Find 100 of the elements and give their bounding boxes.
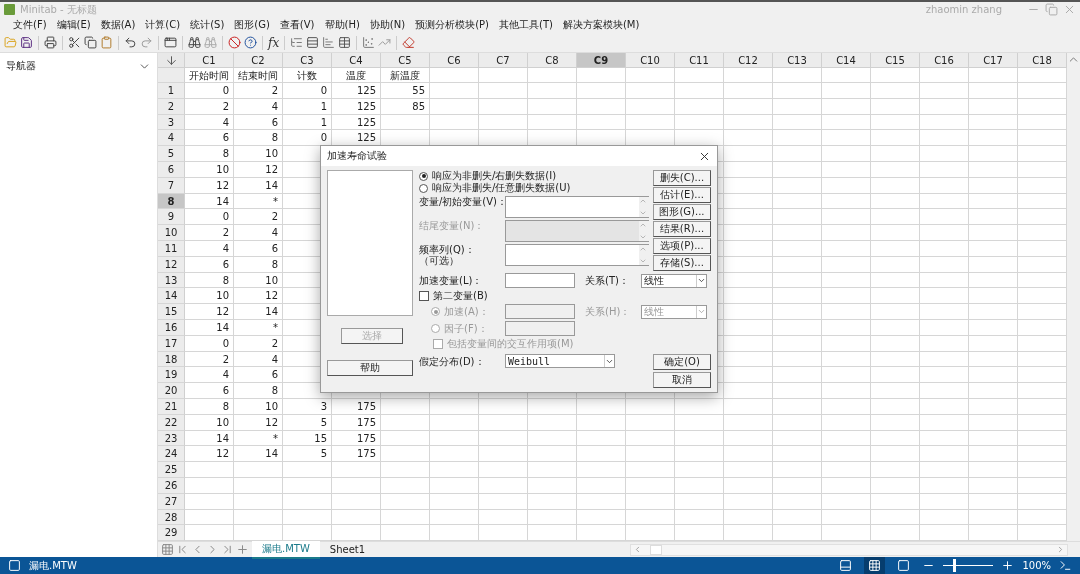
column-header[interactable]: C7	[479, 53, 528, 68]
spin-down-icon[interactable]	[639, 233, 647, 241]
paste-icon[interactable]	[100, 36, 113, 49]
row-header[interactable]: 4	[158, 130, 185, 147]
menu-item[interactable]: 图形(G)	[229, 18, 275, 32]
menu-item[interactable]: 文件(F)	[8, 18, 52, 32]
scatter-icon[interactable]	[362, 36, 376, 49]
input-field[interactable]	[505, 304, 575, 319]
column-header[interactable]: C3	[283, 53, 332, 68]
checkbox-option[interactable]: 第二变量(B)	[419, 290, 711, 302]
column-header[interactable]: C10	[626, 53, 675, 68]
column-header[interactable]: C6	[430, 53, 479, 68]
spin-up-icon[interactable]	[639, 221, 647, 229]
menu-item[interactable]: 预测分析模块(P)	[410, 18, 494, 32]
menu-item[interactable]: 数据(A)	[95, 18, 141, 32]
arrow-icon[interactable]	[164, 53, 178, 67]
radio-option[interactable]: 响应为非删失/任意删失数据(U)	[419, 182, 649, 194]
row-header[interactable]: 29	[158, 525, 185, 542]
scroll-left-icon[interactable]	[633, 545, 642, 555]
dialog-button[interactable]: 删失(C)...	[653, 170, 711, 186]
stop-icon[interactable]	[228, 36, 241, 49]
column-header[interactable]: C8	[528, 53, 577, 68]
relation-select[interactable]: 线性	[641, 273, 707, 288]
scroll-thumb[interactable]	[650, 544, 662, 555]
restore-icon[interactable]	[1045, 3, 1058, 16]
rows-icon[interactable]	[306, 36, 320, 49]
column-header[interactable]: C13	[773, 53, 822, 68]
copy-icon[interactable]	[84, 36, 97, 49]
trend-icon[interactable]	[378, 36, 392, 49]
spin-up-icon[interactable]	[639, 197, 647, 205]
menu-item[interactable]: 协助(N)	[364, 18, 411, 32]
terminal-icon[interactable]	[1059, 559, 1072, 572]
dialog-button[interactable]: 结果(R)...	[653, 221, 711, 237]
input-field[interactable]	[505, 244, 649, 266]
menu-item[interactable]: 查看(V)	[274, 18, 320, 32]
binoculars-icon[interactable]	[188, 36, 201, 49]
spin-down-icon[interactable]	[639, 209, 647, 217]
add-icon[interactable]	[236, 543, 249, 557]
row-header[interactable]: 9	[158, 209, 185, 226]
input-field[interactable]	[505, 196, 649, 218]
zoom-in-icon[interactable]	[1001, 559, 1015, 572]
column-header[interactable]: C2	[234, 53, 283, 68]
row-header[interactable]: 25	[158, 462, 185, 478]
scroll-right-icon[interactable]	[1056, 545, 1065, 555]
dialog-button[interactable]: 估计(E)...	[653, 187, 711, 203]
help-icon[interactable]	[244, 36, 257, 49]
eraser-icon[interactable]	[402, 36, 416, 49]
column-header[interactable]: C1	[185, 53, 234, 68]
variable-list[interactable]	[327, 170, 413, 316]
horizontal-scrollbar[interactable]	[630, 543, 1068, 556]
column-header[interactable]: C4	[332, 53, 381, 68]
ok-button[interactable]: 确定(O)	[653, 354, 711, 370]
column-header[interactable]: C15	[871, 53, 920, 68]
grid-view-icon[interactable]	[868, 559, 882, 572]
column-header[interactable]: C14	[822, 53, 871, 68]
cancel-button[interactable]: 取消	[653, 372, 711, 388]
function-button[interactable]: fx	[268, 35, 280, 50]
dialog-button[interactable]: 存储(S)...	[653, 255, 711, 271]
dropdown-icon[interactable]	[697, 276, 706, 285]
row-header[interactable]: 1	[158, 83, 185, 99]
print-icon[interactable]	[44, 36, 57, 49]
table-icon[interactable]	[338, 36, 352, 49]
menu-item[interactable]: 其他工具(T)	[494, 18, 558, 32]
corner-cell[interactable]	[158, 53, 185, 68]
row-header[interactable]: 10	[158, 225, 185, 241]
column-header[interactable]: C11	[675, 53, 724, 68]
row-header[interactable]: 14	[158, 288, 185, 305]
list-icon[interactable]	[290, 36, 304, 49]
column-header[interactable]: C17	[969, 53, 1018, 68]
menu-item[interactable]: 计算(C)	[140, 18, 186, 32]
row-header[interactable]: 24	[158, 446, 185, 463]
column-header[interactable]: C5	[381, 53, 430, 68]
column-header[interactable]: C18	[1018, 53, 1067, 68]
dialog-button[interactable]: 选项(P)...	[653, 238, 711, 254]
layout-icon[interactable]	[839, 559, 853, 572]
grid-icon[interactable]	[161, 543, 174, 557]
menu-item[interactable]: 帮助(H)	[319, 18, 365, 32]
distribution-select[interactable]: Weibull	[505, 354, 615, 368]
bar-chart-icon[interactable]	[322, 36, 336, 49]
menu-item[interactable]: 解决方案模块(M)	[557, 18, 645, 32]
input-field[interactable]	[505, 273, 575, 288]
cut-icon[interactable]	[68, 36, 81, 49]
undo-icon[interactable]	[124, 36, 137, 49]
row-header[interactable]: 5	[158, 146, 185, 162]
radio-option[interactable]: 响应为非删失/右删失数据(I)	[419, 170, 649, 182]
row-header[interactable]: 15	[158, 304, 185, 320]
window-icon[interactable]	[164, 36, 177, 49]
row-header[interactable]: 20	[158, 383, 185, 399]
row-header[interactable]: 19	[158, 367, 185, 384]
spin-down-icon[interactable]	[639, 257, 647, 265]
sheet-tab[interactable]: Sheet1	[319, 541, 376, 558]
help-button[interactable]: 帮助	[327, 360, 413, 376]
dialog-button[interactable]: 图形(G)...	[653, 204, 711, 220]
column-header[interactable]: C16	[920, 53, 969, 68]
save-icon[interactable]	[20, 36, 33, 49]
input-field[interactable]	[505, 321, 575, 336]
page-view-icon[interactable]	[897, 559, 911, 572]
input-field[interactable]	[505, 220, 649, 242]
menu-item[interactable]: 编辑(E)	[51, 18, 96, 32]
column-header[interactable]: C12	[724, 53, 773, 68]
